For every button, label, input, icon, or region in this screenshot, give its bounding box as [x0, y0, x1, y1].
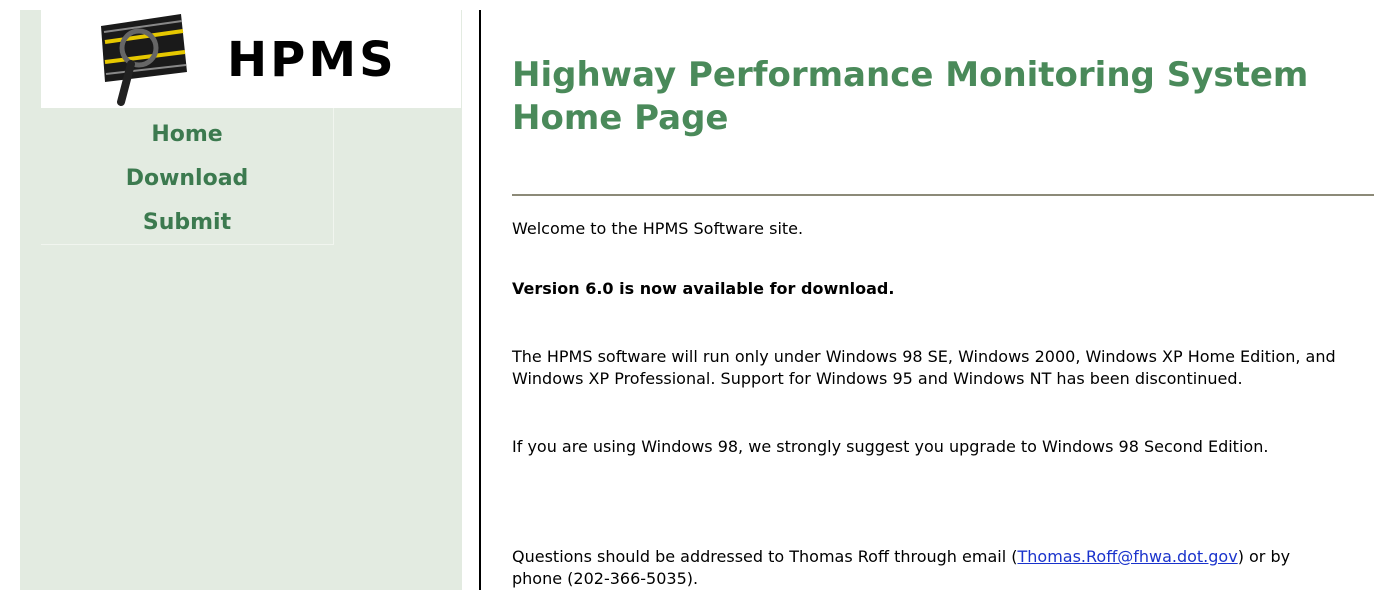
- logo-text: HPMS: [227, 32, 397, 88]
- welcome-text: Welcome to the HPMS Software site.: [512, 219, 804, 238]
- vertical-divider: [479, 10, 481, 590]
- nav-home-link[interactable]: Home: [41, 121, 333, 149]
- page-title: Highway Performance Monitoring System Ho…: [512, 55, 1309, 138]
- nav-panel: Home Download Submit: [41, 108, 334, 245]
- email-link[interactable]: Thomas.Roff@fhwa.dot.gov: [1017, 547, 1237, 566]
- upgrade-advice-text: If you are using Windows 98, we strongly…: [512, 437, 1269, 456]
- nav-submit-link[interactable]: Submit: [41, 209, 333, 237]
- sidebar: HPMS Home Download Submit: [0, 0, 480, 590]
- nav-download-link[interactable]: Download: [41, 165, 333, 193]
- road-magnifier-icon: [101, 14, 187, 106]
- hpms-logo: HPMS: [41, 10, 461, 108]
- version-notice: Version 6.0 is now available for downloa…: [512, 279, 895, 298]
- horizontal-rule: [512, 194, 1374, 196]
- contact-prefix: Questions should be addressed to Thomas …: [512, 547, 1018, 566]
- main-content: Highway Performance Monitoring System Ho…: [512, 0, 1374, 590]
- requirements-text: The HPMS software will run only under Wi…: [512, 347, 1336, 388]
- contact-text: Questions should be addressed to Thomas …: [512, 546, 1342, 590]
